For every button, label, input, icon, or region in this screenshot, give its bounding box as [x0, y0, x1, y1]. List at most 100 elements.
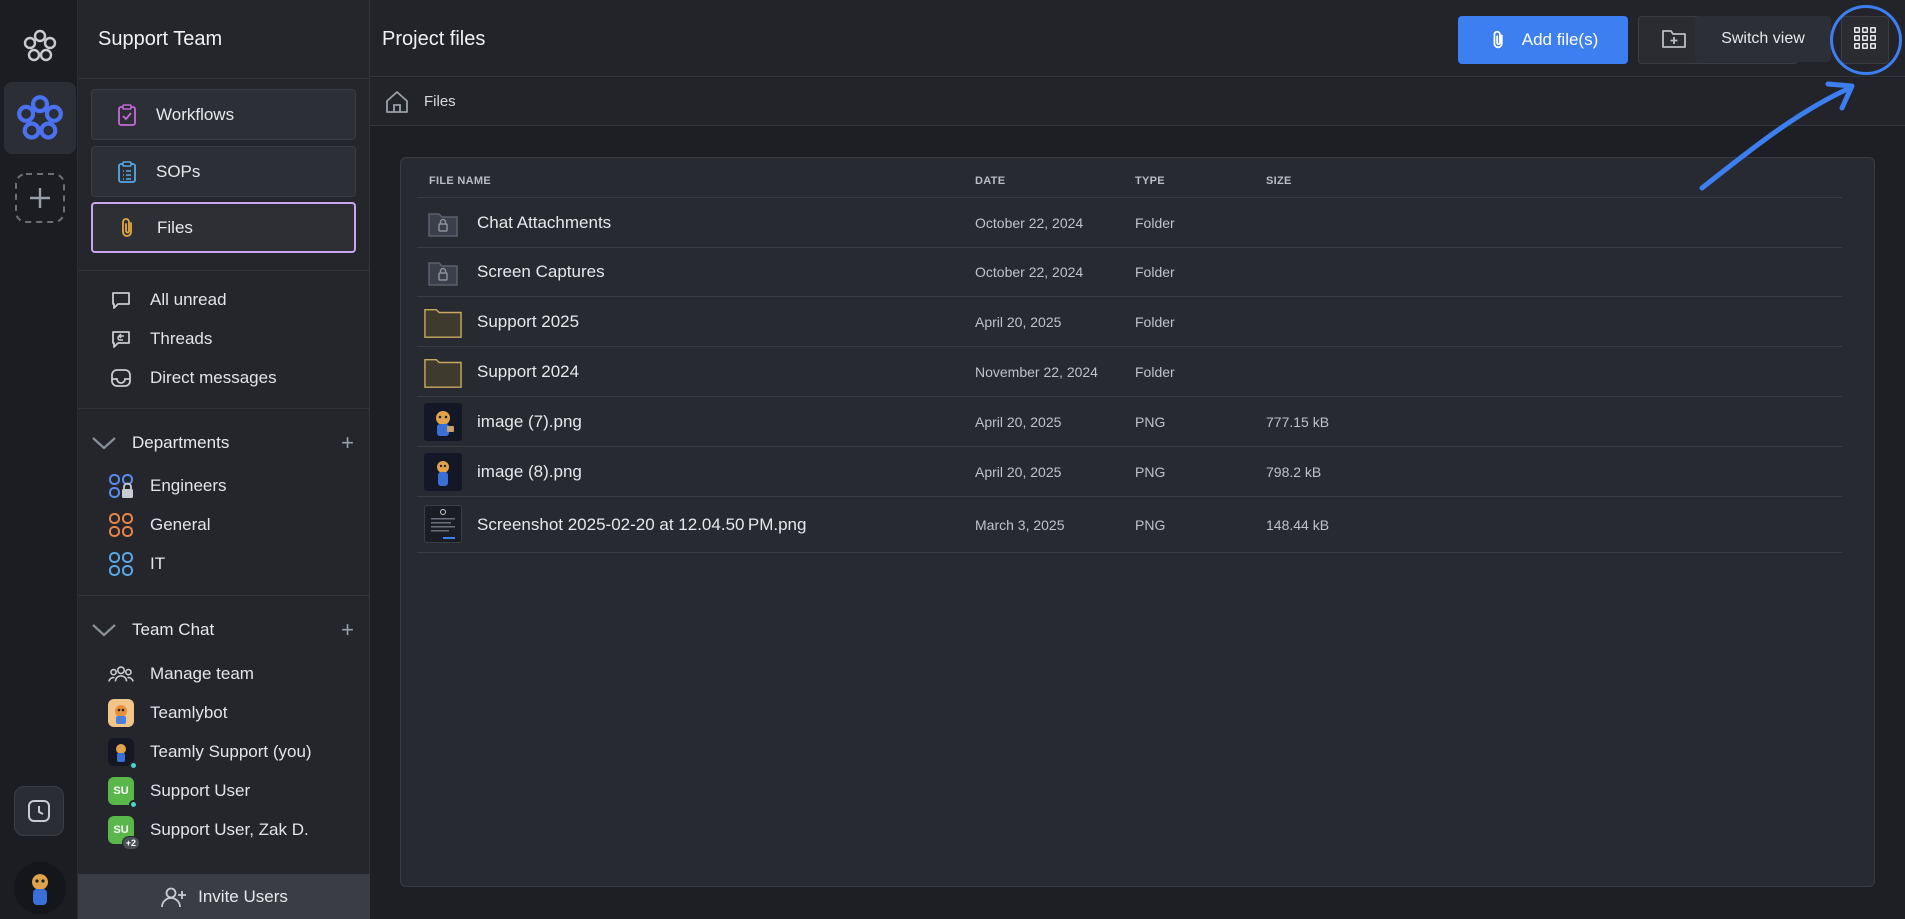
add-workspace-icon[interactable]: [4, 162, 76, 234]
folder-plus-icon: [1661, 26, 1687, 55]
sidebar-item-label: IT: [150, 554, 166, 573]
department-grid-icon: [108, 473, 134, 499]
file-date: October 22, 2024: [975, 215, 1084, 231]
file-table: FILE NAME DATE TYPE SIZE Chat Attachment…: [400, 157, 1875, 887]
app-logo-icon[interactable]: [4, 10, 76, 82]
switch-view-button[interactable]: [1841, 16, 1889, 64]
file-date: October 22, 2024: [975, 264, 1084, 280]
avatar: [108, 699, 134, 727]
sidebar-item-label: Files: [157, 217, 193, 237]
invite-users-label: Invite Users: [198, 886, 288, 906]
sidebar-item-label: Engineers: [150, 476, 227, 495]
team-icon: [108, 661, 134, 687]
screenshot-thumbnail: [424, 505, 462, 543]
column-file-name[interactable]: FILE NAME: [429, 175, 491, 187]
sidebar-item-threads[interactable]: Threads: [108, 324, 212, 354]
sidebar-item-teamlybot[interactable]: Teamlybot: [108, 698, 227, 728]
online-status-icon: [129, 761, 138, 770]
avatar: SU: [108, 777, 138, 809]
add-chat-icon[interactable]: +: [341, 619, 354, 641]
sidebar-item-support-user[interactable]: SU Support User: [108, 776, 251, 809]
clipboard-list-icon: [114, 159, 140, 185]
file-name[interactable]: Chat Attachments: [477, 213, 611, 233]
sidebar-item-manage-team[interactable]: Manage team: [108, 659, 254, 689]
file-type: PNG: [1135, 517, 1166, 533]
file-name[interactable]: image (7).png: [477, 412, 582, 432]
clipboard-check-icon: [114, 102, 140, 128]
team-name: Support Team: [98, 28, 223, 50]
table-row[interactable]: Screenshot 2025-02-20 at 12.04.50 PM.png…: [417, 497, 1842, 553]
paperclip-icon: [115, 215, 141, 241]
avatar: [108, 738, 138, 770]
sidebar: Support Team Workflows SOPs Files All un…: [78, 0, 370, 919]
department-grid-icon: [108, 512, 134, 538]
file-type: PNG: [1135, 464, 1166, 480]
file-size: 798.2 kB: [1266, 464, 1322, 480]
add-files-button[interactable]: Add file(s): [1458, 16, 1628, 64]
sidebar-item-group-chat[interactable]: SU +2 Support User, Zak D.: [108, 815, 309, 850]
column-date[interactable]: DATE: [975, 175, 1005, 187]
file-type: Folder: [1135, 314, 1175, 330]
avatar: SU +2: [108, 816, 140, 850]
column-type[interactable]: TYPE: [1135, 175, 1165, 187]
sidebar-item-label: Teamlybot: [150, 703, 228, 722]
add-department-icon[interactable]: +: [341, 432, 354, 454]
add-files-label: Add file(s): [1521, 30, 1599, 49]
file-name[interactable]: Support 2025: [477, 312, 579, 332]
table-row[interactable]: Chat Attachments October 22, 2024 Folder: [417, 198, 1842, 248]
main-content: Project files Add file(s) Switch view Fi…: [370, 0, 1905, 919]
file-type: Folder: [1135, 364, 1175, 380]
sidebar-item-it[interactable]: IT: [108, 549, 165, 579]
table-row[interactable]: image (7).png April 20, 2025 PNG 777.15 …: [417, 397, 1842, 447]
file-type: Folder: [1135, 264, 1175, 280]
file-date: March 3, 2025: [975, 517, 1065, 533]
sidebar-item-general[interactable]: General: [108, 510, 210, 540]
file-name[interactable]: Support 2024: [477, 362, 579, 382]
sidebar-item-workflows[interactable]: Workflows: [91, 89, 356, 140]
section-team-chat[interactable]: Team Chat +: [90, 615, 360, 645]
locked-folder-icon: [424, 254, 462, 292]
sidebar-item-direct-messages[interactable]: Direct messages: [108, 363, 277, 393]
table-row[interactable]: Screen Captures October 22, 2024 Folder: [417, 248, 1842, 297]
home-icon[interactable]: [384, 89, 410, 115]
user-avatar[interactable]: [14, 862, 66, 914]
sidebar-item-label: Manage team: [150, 664, 254, 683]
file-name[interactable]: image (8).png: [477, 462, 582, 482]
sidebar-item-label: Support User: [150, 781, 251, 800]
sidebar-item-label: All unread: [150, 290, 227, 309]
column-size[interactable]: SIZE: [1266, 175, 1292, 187]
sidebar-item-teamly-support[interactable]: Teamly Support (you): [108, 737, 312, 770]
sidebar-item-label: Teamly Support (you): [150, 742, 312, 761]
section-title: Departments: [132, 433, 230, 452]
chevron-down-icon[interactable]: [90, 623, 118, 637]
sidebar-item-all-unread[interactable]: All unread: [108, 285, 227, 315]
table-row[interactable]: Support 2025 April 20, 2025 Folder: [417, 297, 1842, 347]
sidebar-item-files[interactable]: Files: [91, 202, 356, 253]
add-user-icon: [160, 885, 188, 909]
clock-icon[interactable]: [14, 786, 64, 836]
sidebar-item-engineers[interactable]: Engineers: [108, 471, 227, 501]
paperclip-icon: [1488, 27, 1510, 53]
sidebar-item-sops[interactable]: SOPs: [91, 146, 356, 197]
file-size: 148.44 kB: [1266, 517, 1330, 533]
workspace-support-team-icon[interactable]: [4, 82, 76, 154]
file-date: April 20, 2025: [975, 464, 1062, 480]
inbox-icon: [108, 365, 134, 391]
file-name[interactable]: Screen Captures: [477, 262, 605, 282]
breadcrumb-item[interactable]: Files: [424, 93, 456, 110]
locked-folder-icon: [424, 205, 462, 243]
folder-icon: [424, 353, 462, 391]
section-departments[interactable]: Departments +: [90, 428, 360, 458]
table-row[interactable]: image (8).png April 20, 2025 PNG 798.2 k…: [417, 447, 1842, 497]
top-bar: Project files Add file(s) Switch view: [370, 0, 1905, 77]
chevron-down-icon[interactable]: [90, 436, 118, 450]
file-type: PNG: [1135, 414, 1166, 430]
sidebar-item-label: SOPs: [156, 161, 201, 181]
file-size: 777.15 kB: [1266, 414, 1330, 430]
table-header: FILE NAME DATE TYPE SIZE: [417, 158, 1842, 198]
file-type: Folder: [1135, 215, 1175, 231]
invite-users-button[interactable]: Invite Users: [78, 874, 370, 919]
folder-icon: [424, 303, 462, 341]
file-name[interactable]: Screenshot 2025-02-20 at 12.04.50 PM.png: [477, 515, 806, 535]
table-row[interactable]: Support 2024 November 22, 2024 Folder: [417, 347, 1842, 397]
